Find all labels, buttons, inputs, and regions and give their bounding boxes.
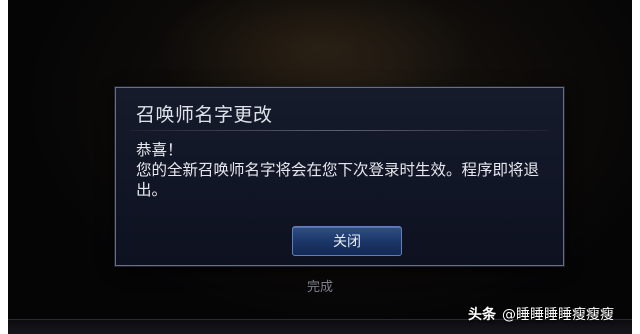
message-congrats: 恭喜！ bbox=[136, 141, 183, 159]
dialog-title: 召唤师名字更改 bbox=[136, 104, 273, 126]
message-body: 您的全新召唤师名字将会在您下次登录时生效。程序即将退出。 bbox=[136, 161, 540, 199]
watermark: 头条 @睡睡睡睡瘦瘦瘦 bbox=[468, 304, 614, 324]
game-screen: 召唤师名字更改 恭喜！ 您的全新召唤师名字将会在您下次登录时生效。程序即将退出。… bbox=[8, 0, 632, 334]
name-change-dialog: 召唤师名字更改 恭喜！ 您的全新召唤师名字将会在您下次登录时生效。程序即将退出。… bbox=[115, 87, 564, 266]
dialog-divider bbox=[130, 130, 549, 131]
watermark-brand: 头条 bbox=[468, 307, 496, 323]
watermark-handle: @睡睡睡睡瘦瘦瘦 bbox=[502, 307, 614, 323]
dialog-message: 恭喜！ 您的全新召唤师名字将会在您下次登录时生效。程序即将退出。 bbox=[136, 140, 546, 200]
done-label: 完成 bbox=[306, 280, 333, 295]
close-button[interactable]: 关闭 bbox=[292, 226, 402, 256]
